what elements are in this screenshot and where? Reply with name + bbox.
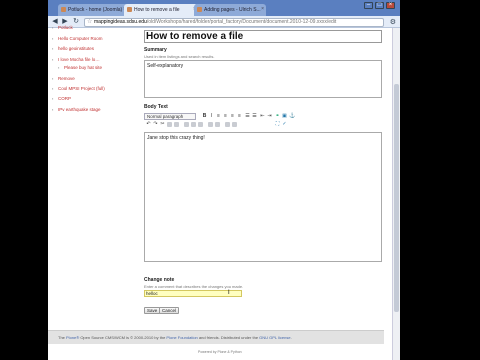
summary-label: Summary: [144, 47, 167, 53]
tab-label: How to remove a file: [134, 7, 180, 13]
text-cursor-icon: I: [228, 290, 230, 296]
html-source-icon[interactable]: [232, 122, 237, 127]
reload-icon[interactable]: ↻: [72, 18, 80, 26]
close-window-icon[interactable]: ×: [386, 2, 395, 9]
split-cells-icon[interactable]: [215, 122, 220, 127]
bookmark-star-icon[interactable]: ☆: [87, 19, 92, 26]
delete-table-icon[interactable]: [225, 122, 230, 127]
url-host: mappingideas.sdsu.edu: [94, 19, 147, 25]
body-text-editor[interactable]: Jane stop this crazy thing!: [144, 132, 382, 262]
tab-adding-pages[interactable]: Adding pages - Ulrich S... ×: [194, 4, 266, 16]
fullscreen-icon[interactable]: ⛶: [275, 122, 280, 127]
sidebar-item-potluck[interactable]: Potluck: [52, 25, 73, 30]
sidebar-item-please-buy[interactable]: Please buy hat site: [58, 65, 102, 70]
copy-icon[interactable]: [167, 122, 172, 127]
summary-hint: Used in item listings and search results…: [144, 54, 215, 59]
bullet-list-icon[interactable]: ☰: [245, 114, 250, 119]
tab-strip: Potluck - home (Joomla) × How to remove …: [48, 0, 400, 16]
table-col-icon[interactable]: [198, 122, 203, 127]
sidebar-item-mocha[interactable]: I love Mocha file lo…: [52, 57, 100, 62]
italic-icon[interactable]: I: [209, 114, 214, 119]
body-text-label: Body Text: [144, 104, 168, 110]
spellcheck-icon[interactable]: ✓: [282, 122, 287, 127]
anchor-icon[interactable]: ⚓: [289, 114, 295, 119]
tab-how-to-remove[interactable]: How to remove a file ×: [124, 4, 198, 16]
plone-foundation-link[interactable]: Plone Foundation: [166, 335, 197, 340]
indent-icon[interactable]: ⇥: [267, 114, 272, 119]
redo-icon[interactable]: ↷: [153, 122, 158, 127]
browser-toolbar: ◀ ▶ ↻ ☆ mappingideas.sdsu.edu/old/Worksh…: [48, 16, 400, 28]
tab-favicon-icon: [197, 7, 202, 12]
sidebar-item-remove[interactable]: Remove: [52, 76, 75, 81]
tab-close-icon[interactable]: ×: [261, 6, 264, 12]
cancel-button[interactable]: Cancel: [159, 307, 180, 314]
table-row-icon[interactable]: [191, 122, 196, 127]
wrench-menu-icon[interactable]: ⚙: [390, 18, 396, 26]
image-icon[interactable]: ▣: [282, 114, 287, 119]
footer-text: Open Source CMS/WCM: [79, 335, 125, 340]
page-content: Potluck Hello Computer Room hello geoins…: [48, 25, 392, 360]
sidebar-item-hello-computer-room[interactable]: Hello Computer Room: [52, 36, 102, 41]
powered-by-text: Powered by Plone & Python: [198, 350, 242, 354]
page-footer: The Plone® Open Source CMS/WCM is © 2000…: [48, 330, 384, 344]
paste-icon[interactable]: [174, 122, 179, 127]
save-button[interactable]: Save: [144, 307, 161, 314]
editor-toolbar: Normal paragraph B I ≡ ≡ ≡ ≡ ☰ ☰ ⇤ ⇥ ⚭ ▣…: [144, 112, 382, 130]
tab-label: Potluck - home (Joomla): [68, 7, 123, 13]
format-select[interactable]: Normal paragraph: [144, 113, 196, 120]
plone-link[interactable]: Plone®: [66, 335, 79, 340]
change-note-label: Change note: [144, 277, 175, 283]
table-icon[interactable]: [184, 122, 189, 127]
gpl-license-link[interactable]: GNU GPL license: [259, 335, 290, 340]
link-icon[interactable]: ⚭: [275, 114, 280, 119]
outdent-icon[interactable]: ⇤: [260, 114, 265, 119]
tab-favicon-icon: [127, 7, 132, 12]
align-left-icon[interactable]: ≡: [216, 114, 221, 119]
merge-cells-icon[interactable]: [208, 122, 213, 127]
title-input[interactable]: How to remove a file: [144, 30, 382, 43]
cut-icon[interactable]: ✂: [160, 122, 165, 127]
sidebar-item-hello-geoinstitutes[interactable]: hello geoinstitutes: [52, 46, 94, 51]
numbered-list-icon[interactable]: ☰: [252, 114, 257, 119]
footer-text: .: [290, 335, 292, 340]
summary-textarea[interactable]: Self-explanatory: [144, 60, 382, 98]
align-center-icon[interactable]: ≡: [223, 114, 228, 119]
footer-text: The: [58, 335, 67, 340]
sidebar-item-corp[interactable]: CORP: [52, 96, 71, 101]
tab-potluck[interactable]: Potluck - home (Joomla) ×: [58, 4, 128, 16]
url-path: /old/Workshops/hared/folder/portal_facto…: [146, 19, 337, 25]
change-note-hint: Enter a comment that describes the chang…: [144, 284, 244, 289]
footer-text: is © 2000-2010 by the: [125, 335, 167, 340]
address-bar[interactable]: ☆ mappingideas.sdsu.edu/old/Workshops/ha…: [84, 18, 384, 27]
footer-text: and friends. Distributed under the: [197, 335, 260, 340]
align-right-icon[interactable]: ≡: [230, 114, 235, 119]
browser-window: Potluck - home (Joomla) × How to remove …: [48, 0, 400, 360]
minimize-icon[interactable]: –: [364, 2, 373, 9]
page-scrollbar[interactable]: [392, 28, 400, 360]
sidebar-item-earthquake[interactable]: IPv earthquake stage: [52, 107, 100, 112]
maximize-icon[interactable]: □: [375, 2, 384, 9]
scrollbar-thumb[interactable]: [394, 84, 399, 312]
tab-favicon-icon: [61, 7, 66, 12]
bold-icon[interactable]: B: [202, 114, 207, 119]
sidebar-item-cool-mpsi[interactable]: Cool MPSI Project (full): [52, 86, 105, 91]
tab-label: Adding pages - Ulrich S...: [204, 7, 261, 13]
undo-icon[interactable]: ↶: [146, 122, 151, 127]
justify-icon[interactable]: ≡: [237, 114, 242, 119]
